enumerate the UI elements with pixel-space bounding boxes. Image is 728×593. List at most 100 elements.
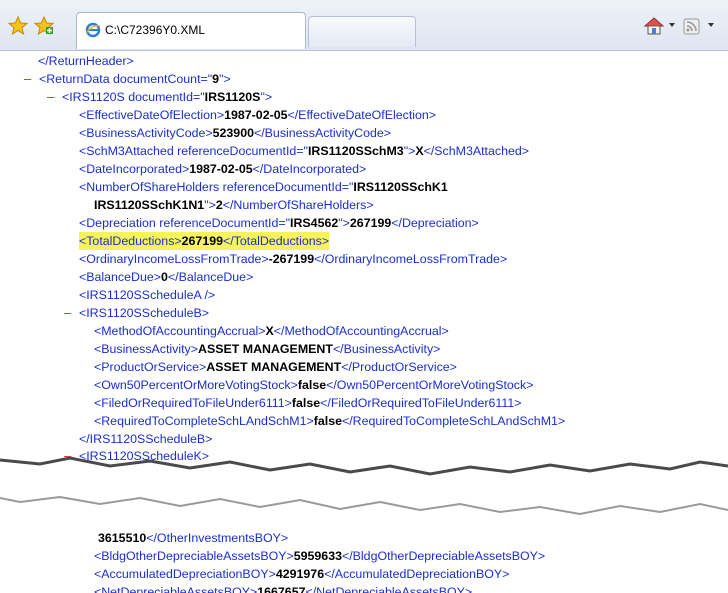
xml-value: false bbox=[291, 396, 321, 410]
xml-value: X bbox=[265, 324, 274, 338]
xml-value: IRS1120SSchM3 bbox=[307, 144, 404, 158]
xml-line: <ReturnData documentCount="9"> bbox=[39, 70, 231, 88]
xml-tag: <OrdinaryIncomeLossFromTrade> bbox=[79, 252, 269, 266]
xml-tag: </TotalDeductions> bbox=[223, 234, 330, 248]
xml-line: <OrdinaryIncomeLossFromTrade>-267199</Or… bbox=[79, 250, 507, 268]
xml-line: <FiledOrRequiredToFileUnder6111>false</F… bbox=[94, 394, 522, 412]
xml-tag: <MethodOfAccountingAccrual> bbox=[94, 324, 266, 338]
xml-line: <IRS1120SScheduleA /> bbox=[79, 286, 215, 304]
collapse-toggle[interactable]: – bbox=[24, 71, 31, 86]
xml-tag: <NumberOfShareHolders referenceDocumentI… bbox=[79, 180, 354, 194]
xml-tag: "> bbox=[338, 216, 350, 230]
xml-tag: <DateIncorporated> bbox=[79, 162, 190, 176]
xml-tag: <FiledOrRequiredToFileUnder6111> bbox=[94, 396, 292, 410]
xml-line: IRS1120SSchK1N1">2</NumberOfShareHolders… bbox=[94, 196, 374, 214]
xml-tag: <EffectiveDateOfElection> bbox=[79, 108, 225, 122]
favorites-star-icon[interactable] bbox=[8, 16, 28, 36]
xml-tag: </NetDepreciableAssetsBOY> bbox=[305, 585, 473, 593]
xml-value: 3615510 bbox=[98, 531, 147, 545]
xml-tag: </BusinessActivityCode> bbox=[253, 126, 392, 140]
xml-tag: </OrdinaryIncomeLossFromTrade> bbox=[314, 252, 508, 266]
xml-tag: <BldgOtherDepreciableAssetsBOY> bbox=[94, 549, 294, 563]
xml-tag: <BusinessActivity> bbox=[94, 342, 198, 356]
xml-tag: </ReturnHeader> bbox=[38, 54, 134, 68]
xml-tag: </FiledOrRequiredToFileUnder6111> bbox=[320, 396, 522, 410]
xml-value: IRS1120S bbox=[204, 90, 261, 104]
xml-line: </IRS1120SScheduleB> bbox=[79, 430, 212, 448]
xml-tag: </MethodOfAccountingAccrual> bbox=[273, 324, 449, 338]
xml-tag: "> bbox=[219, 72, 231, 86]
xml-line: <Depreciation referenceDocumentId="IRS45… bbox=[79, 214, 479, 232]
home-dropdown-icon[interactable] bbox=[669, 23, 675, 27]
xml-line: <AccumulatedDepreciationBOY>4291976</Acc… bbox=[94, 565, 509, 583]
xml-value: 267199 bbox=[349, 216, 392, 230]
xml-line-highlighted: <TotalDeductions>267199</TotalDeductions… bbox=[79, 232, 330, 250]
collapse-toggle[interactable]: – bbox=[47, 89, 54, 104]
xml-value: 2 bbox=[215, 198, 223, 212]
xml-line: <BalanceDue>0</BalanceDue> bbox=[79, 268, 253, 286]
xml-line: <RequiredToCompleteSchLAndSchM1>false</R… bbox=[94, 412, 565, 430]
xml-line-cut: <NetDepreciableAssetsBOY>1667657</NetDep… bbox=[94, 583, 472, 593]
xml-line: <EffectiveDateOfElection>1987-02-05</Eff… bbox=[79, 106, 436, 124]
xml-tag: <BusinessActivityCode> bbox=[79, 126, 213, 140]
xml-tag: <NetDepreciableAssetsBOY> bbox=[94, 585, 258, 593]
xml-line: <BusinessActivity>ASSET MANAGEMENT</Busi… bbox=[94, 340, 440, 358]
xml-tag: <TotalDeductions> bbox=[79, 234, 182, 248]
xml-value: ASSET MANAGEMENT bbox=[198, 342, 333, 356]
browser-toolbar: C:\C72396Y0.XML bbox=[0, 0, 728, 51]
xml-line: <DateIncorporated>1987-02-05</DateIncorp… bbox=[79, 160, 366, 178]
feeds-icon[interactable] bbox=[681, 15, 703, 37]
xml-tag: <IRS1120S documentId=" bbox=[62, 90, 205, 104]
xml-tag: </DateIncorporated> bbox=[252, 162, 367, 176]
xml-value: 523900 bbox=[212, 126, 254, 140]
xml-value: 1987-02-05 bbox=[189, 162, 253, 176]
xml-tag: <IRS1120SScheduleB> bbox=[79, 306, 209, 320]
xml-tag: <ProductOrService> bbox=[94, 360, 207, 374]
xml-tag: <ReturnData documentCount=" bbox=[39, 72, 213, 86]
ie-page-icon bbox=[85, 22, 101, 38]
xml-tag: </ProductOrService> bbox=[341, 360, 457, 374]
xml-tag: <SchM3Attached referenceDocumentId=" bbox=[79, 144, 308, 158]
xml-tag: <AccumulatedDepreciationBOY> bbox=[94, 567, 276, 581]
xml-value: IRS1120SSchK1N1 bbox=[94, 198, 205, 212]
xml-tag: </AccumulatedDepreciationBOY> bbox=[324, 567, 510, 581]
feeds-dropdown-icon[interactable] bbox=[708, 23, 714, 27]
xml-value: false bbox=[297, 378, 327, 392]
xml-value: -267199 bbox=[268, 252, 315, 266]
xml-tag: "> bbox=[403, 144, 416, 158]
xml-tag: </Depreciation> bbox=[391, 216, 479, 230]
xml-tag: <Depreciation referenceDocumentId=" bbox=[79, 216, 291, 230]
xml-tag: "> bbox=[204, 198, 216, 212]
xml-tag: </NumberOfShareHolders> bbox=[222, 198, 374, 212]
xml-line: <Own50PercentOrMoreVotingStock>false</Ow… bbox=[94, 376, 533, 394]
xml-tag: <IRS1120SScheduleA /> bbox=[79, 288, 216, 302]
xml-line: <BldgOtherDepreciableAssetsBOY>5959633</… bbox=[94, 547, 545, 565]
xml-value: 4291976 bbox=[275, 567, 325, 581]
xml-value: IRS4562 bbox=[290, 216, 339, 230]
xml-value: false bbox=[313, 414, 342, 428]
xml-tag: </Own50PercentOrMoreVotingStock> bbox=[326, 378, 534, 392]
xml-value: 1667657 bbox=[257, 585, 306, 593]
xml-tag: </RequiredToCompleteSchLAndSchM1> bbox=[341, 414, 566, 428]
xml-value: 0 bbox=[160, 270, 168, 284]
add-favorite-icon[interactable] bbox=[34, 16, 54, 36]
xml-line: 3615510</OtherInvestmentsBOY> bbox=[98, 529, 288, 547]
xml-tag: </OtherInvestmentsBOY> bbox=[146, 531, 289, 545]
xml-value: 267199 bbox=[181, 234, 223, 248]
xml-line: </ReturnHeader> bbox=[38, 52, 134, 70]
xml-line: <ProductOrService>ASSET MANAGEMENT</Prod… bbox=[94, 358, 457, 376]
home-icon[interactable] bbox=[643, 15, 665, 37]
collapse-toggle[interactable]: – bbox=[64, 305, 71, 320]
xml-tag: <Own50PercentOrMoreVotingStock> bbox=[94, 378, 298, 392]
xml-value: 1987-02-05 bbox=[224, 108, 288, 122]
xml-value: IRS1120SSchK1 bbox=[353, 180, 448, 194]
xml-value: 5959633 bbox=[293, 549, 342, 563]
xml-value: X bbox=[415, 144, 424, 158]
tab-title: C:\C72396Y0.XML bbox=[105, 23, 206, 37]
xml-tag: </EffectiveDateOfElection> bbox=[287, 108, 437, 122]
xml-tag: </BldgOtherDepreciableAssetsBOY> bbox=[341, 549, 546, 563]
xml-line: <IRS1120S documentId="IRS1120S"> bbox=[62, 88, 272, 106]
tab-xml-file[interactable]: C:\C72396Y0.XML bbox=[76, 12, 306, 49]
xml-tag: <RequiredToCompleteSchLAndSchM1> bbox=[94, 414, 314, 428]
new-tab-button[interactable] bbox=[308, 16, 416, 47]
